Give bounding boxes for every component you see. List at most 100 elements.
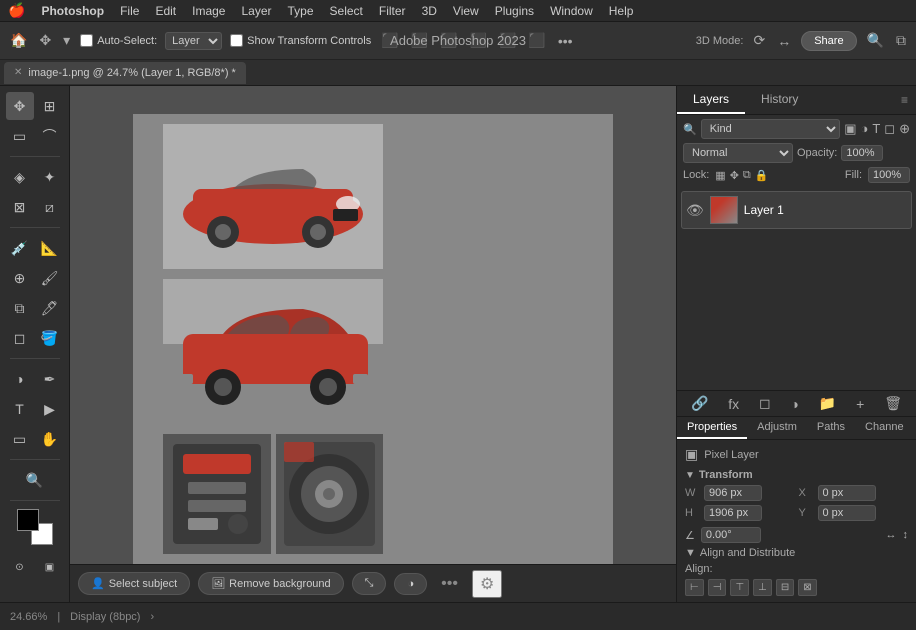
flip-v-btn[interactable]: ↕	[903, 529, 909, 541]
align-collapse-btn[interactable]: ▼	[685, 547, 696, 559]
properties-tab[interactable]: Properties	[677, 417, 747, 439]
menu-3d[interactable]: 3D	[422, 4, 437, 18]
panel-menu-btn[interactable]: ≡	[893, 89, 916, 111]
link-layers-btn[interactable]: 🔗	[691, 395, 708, 412]
align-right-btn[interactable]: ⬛	[438, 30, 459, 51]
move-tool[interactable]: ✥	[6, 92, 34, 120]
move-tool-btn[interactable]: ✥	[37, 30, 53, 51]
path-select-tool[interactable]: ▶	[36, 395, 64, 423]
mask-btn[interactable]: ◑	[394, 573, 427, 595]
layer-item[interactable]: 👁 Layer 1	[681, 191, 912, 229]
move-tool-arrow[interactable]: ▾	[61, 30, 72, 51]
layer-visibility-icon[interactable]: 👁	[686, 202, 704, 219]
tab-close-btn[interactable]: ✕	[14, 67, 22, 78]
channels-tab[interactable]: Channe	[855, 417, 914, 439]
document-tab[interactable]: ✕ image-1.png @ 24.7% (Layer 1, RGB/8*) …	[4, 62, 246, 84]
align-bottom-edge-btn[interactable]: ⊠	[798, 579, 816, 596]
align-right-edge-btn[interactable]: ⊤	[730, 579, 749, 596]
home-button[interactable]: 🏠	[8, 30, 29, 51]
eyedropper-tool[interactable]: 💉	[6, 234, 34, 262]
lock-all-icon[interactable]: 🔒	[755, 169, 769, 182]
new-fill-btn[interactable]: ◑	[791, 395, 799, 412]
adjustment-filter-icon[interactable]: ◑	[860, 121, 868, 137]
lasso-tool[interactable]: ⌒	[36, 122, 64, 150]
delete-layer-btn[interactable]: 🗑	[884, 395, 902, 412]
transform-controls-checkbox[interactable]	[230, 34, 243, 47]
auto-select-checkbox[interactable]	[80, 34, 93, 47]
flip-h-btn[interactable]: ↔	[886, 529, 897, 541]
align-h-center-btn[interactable]: ⊣	[708, 579, 727, 596]
3d-move-btn[interactable]: ↔	[775, 31, 793, 51]
menu-file[interactable]: File	[120, 4, 139, 18]
lock-pixel-icon[interactable]: ▦	[715, 169, 725, 182]
menu-help[interactable]: Help	[609, 4, 634, 18]
artboard-tool[interactable]: ⊞	[36, 92, 64, 120]
transform-collapse-btn[interactable]: ▼	[685, 470, 695, 481]
align-top-edge-btn[interactable]: ⊥	[753, 579, 772, 596]
arrange-btn[interactable]: ⧉	[894, 30, 908, 51]
new-group-btn[interactable]: 📁	[819, 395, 836, 412]
align-left-edge-btn[interactable]: ⊢	[685, 579, 704, 596]
height-input[interactable]: 1906 px	[704, 505, 762, 521]
pen-tool[interactable]: ✒	[36, 365, 64, 393]
quick-actions-btn[interactable]: ⤡	[352, 572, 387, 595]
align-left-btn[interactable]: ⬛	[379, 30, 400, 51]
align-center-btn[interactable]: ⬛	[409, 30, 430, 51]
align-bot-btn[interactable]: ⬛	[526, 30, 547, 51]
text-tool[interactable]: T	[6, 395, 34, 423]
share-button[interactable]: Share	[801, 31, 856, 51]
menu-select[interactable]: Select	[330, 4, 363, 18]
quick-mask-btn[interactable]: ⊙	[6, 553, 34, 581]
new-layer-btn[interactable]: +	[856, 395, 864, 412]
blend-mode-dropdown[interactable]: Normal Multiply Screen Overlay	[683, 143, 793, 163]
smart-filter-icon[interactable]: ⊕	[899, 121, 910, 137]
search-btn[interactable]: 🔍	[865, 30, 886, 51]
fill-tool[interactable]: 🪣	[36, 324, 64, 352]
menu-window[interactable]: Window	[550, 4, 593, 18]
screen-mode-btn[interactable]: ▣	[36, 553, 64, 581]
layers-tab[interactable]: Layers	[677, 86, 745, 114]
menu-plugins[interactable]: Plugins	[495, 4, 534, 18]
y-input[interactable]: 0 px	[818, 505, 876, 521]
align-top-btn[interactable]: ⬛	[468, 30, 489, 51]
menu-edit[interactable]: Edit	[155, 4, 176, 18]
lock-position-icon[interactable]: ✥	[730, 169, 739, 182]
menu-type[interactable]: Type	[288, 4, 314, 18]
opacity-input[interactable]: 100%	[841, 145, 883, 161]
menu-filter[interactable]: Filter	[379, 4, 406, 18]
history-brush-tool[interactable]: 🖊	[36, 294, 64, 322]
fill-input[interactable]: 100%	[868, 167, 910, 183]
zoom-tool[interactable]: 🔍	[21, 466, 49, 494]
object-select-tool[interactable]: ◈	[6, 163, 34, 191]
remove-background-button[interactable]: 🖼 Remove background	[198, 572, 343, 595]
width-input[interactable]: 906 px	[704, 485, 762, 501]
3d-rotate-btn[interactable]: ⟳	[751, 30, 767, 51]
history-tab[interactable]: History	[745, 86, 814, 114]
marquee-tool[interactable]: ▭	[6, 122, 34, 150]
add-mask-btn[interactable]: ◻	[759, 395, 771, 412]
brush-tool[interactable]: 🖌	[36, 264, 64, 292]
eraser-tool[interactable]: ◻	[6, 324, 34, 352]
context-settings-btn[interactable]: ⚙	[472, 570, 502, 598]
more-context-btn[interactable]: •••	[435, 573, 464, 595]
type-filter-icon[interactable]: T	[872, 121, 880, 137]
paths-tab[interactable]: Paths	[807, 417, 855, 439]
select-subject-button[interactable]: 👤 Select subject	[78, 572, 190, 595]
add-style-btn[interactable]: fx	[728, 395, 739, 412]
ruler-tool[interactable]: 📐	[36, 234, 64, 262]
menu-image[interactable]: Image	[192, 4, 225, 18]
kind-dropdown[interactable]: Kind	[701, 119, 840, 139]
menu-layer[interactable]: Layer	[241, 4, 271, 18]
shape-tool[interactable]: ▭	[6, 425, 34, 453]
auto-select-dropdown[interactable]: Layer Group	[165, 32, 222, 50]
angle-input[interactable]: 0.00°	[701, 527, 761, 543]
app-name[interactable]: Photoshop	[41, 4, 104, 18]
menu-view[interactable]: View	[453, 4, 479, 18]
x-input[interactable]: 0 px	[818, 485, 876, 501]
crop-tool[interactable]: ⊠	[6, 193, 34, 221]
slice-tool[interactable]: ⧄	[36, 193, 64, 221]
magic-wand-tool[interactable]: ✦	[36, 163, 64, 191]
lock-artboard-icon[interactable]: ⧉	[743, 169, 751, 182]
align-mid-btn[interactable]: ⬛	[497, 30, 518, 51]
adjustments-tab[interactable]: Adjustm	[747, 417, 807, 439]
